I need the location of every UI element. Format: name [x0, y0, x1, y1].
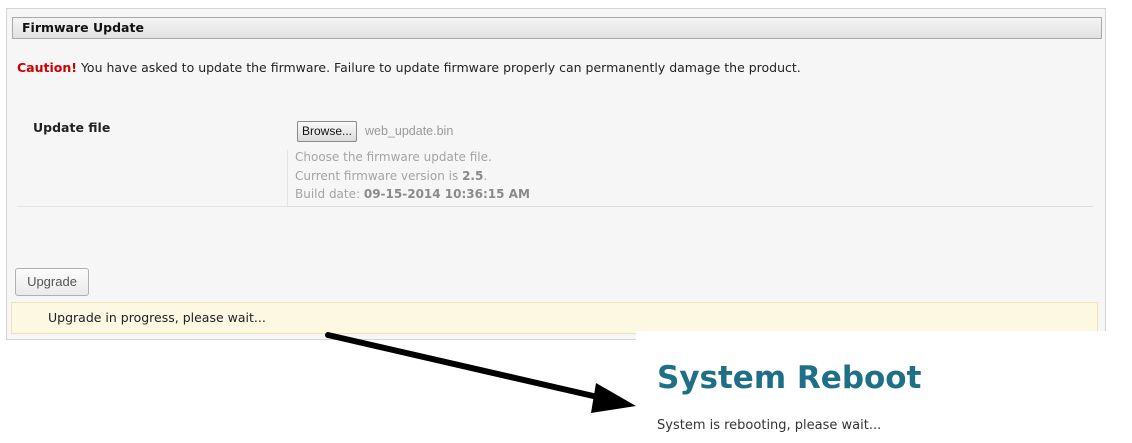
- transition-arrow-icon: [325, 332, 636, 413]
